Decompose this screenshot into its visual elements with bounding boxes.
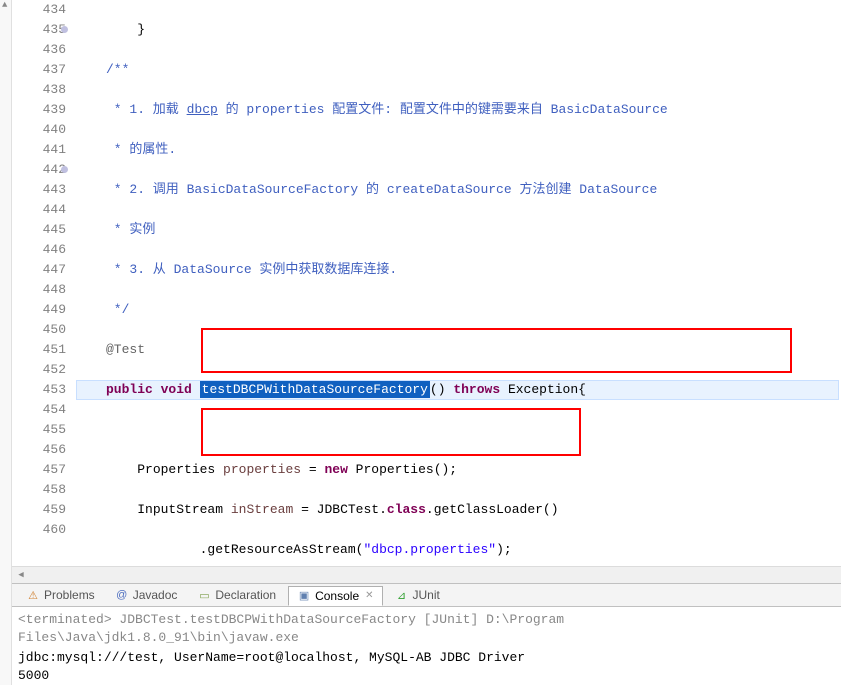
line-number: 443 — [43, 182, 66, 197]
line-number: 447 — [43, 262, 66, 277]
problems-icon: ⚠ — [26, 588, 40, 602]
javadoc-link[interactable]: dbcp — [187, 102, 218, 117]
horizontal-scrollbar[interactable]: ◀ — [12, 566, 841, 583]
javadoc-icon: @ — [115, 588, 129, 602]
line-number: 450 — [43, 322, 66, 337]
line-number: 459 — [43, 502, 66, 517]
keyword: class — [387, 502, 426, 517]
console-process-label: <terminated> JDBCTest.testDBCPWithDataSo… — [18, 611, 835, 647]
line-number: 436 — [43, 42, 66, 57]
comment: * 实例 — [106, 222, 155, 237]
line-number: 457 — [43, 462, 66, 477]
line-number: 460 — [43, 522, 66, 537]
code-token: .getResourceAsStream( — [137, 542, 363, 557]
scroll-left-icon[interactable]: ◀ — [12, 567, 30, 583]
console-output-line: 5000 — [18, 667, 835, 685]
declaration-icon: ▭ — [197, 588, 211, 602]
code-editor[interactable]: 434 435 436 437 438 439 440 441 442 443 … — [12, 0, 841, 566]
console-output-line: jdbc:mysql:///test, UserName=root@localh… — [18, 649, 835, 667]
tab-problems[interactable]: ⚠ Problems — [18, 586, 103, 604]
variable: properties — [223, 462, 301, 477]
comment: * 的属性. — [106, 142, 176, 157]
line-number: 440 — [43, 122, 66, 137]
line-number: 439 — [43, 102, 66, 117]
line-number: 458 — [43, 482, 66, 497]
fold-marker-icon[interactable] — [61, 26, 68, 33]
line-number: 441 — [43, 142, 66, 157]
tab-javadoc[interactable]: @ Javadoc — [107, 586, 186, 604]
line-number: 444 — [43, 202, 66, 217]
code-token: Properties(); — [348, 462, 457, 477]
line-number: 451 — [43, 342, 66, 357]
line-number: 456 — [43, 442, 66, 457]
code-token: ); — [496, 542, 512, 557]
line-number: 438 — [43, 82, 66, 97]
code-token: InputStream — [137, 502, 231, 517]
variable: inStream — [231, 502, 293, 517]
code-token: Properties — [137, 462, 223, 477]
code-token: = JDBCTest. — [293, 502, 387, 517]
comment: * 3. 从 DataSource 实例中获取数据库连接. — [106, 262, 397, 277]
code-token: () — [430, 382, 446, 397]
line-number: 452 — [43, 362, 66, 377]
line-number: 445 — [43, 222, 66, 237]
code-token: } — [137, 22, 145, 37]
main-area: 434 435 436 437 438 439 440 441 442 443 … — [12, 0, 841, 685]
current-line: public void testDBCPWithDataSourceFactor… — [76, 380, 839, 400]
line-number: 449 — [43, 302, 66, 317]
tab-label: Console — [315, 589, 359, 603]
line-number: 453 — [43, 382, 66, 397]
junit-icon: ⊿ — [395, 588, 409, 602]
views-tab-bar: ⚠ Problems @ Javadoc ▭ Declaration ▣ Con… — [12, 583, 841, 607]
line-number: 434 — [43, 2, 66, 17]
keyword: void — [161, 382, 192, 397]
code-text-area[interactable]: } /** * 1. 加载 dbcp 的 properties 配置文件: 配置… — [72, 0, 841, 566]
close-icon[interactable]: ✕ — [365, 590, 373, 601]
line-number: 454 — [43, 402, 66, 417]
annotation: @Test — [106, 342, 145, 357]
tab-label: Declaration — [215, 588, 276, 602]
tab-label: JUnit — [413, 588, 440, 602]
keyword: throws — [453, 382, 500, 397]
line-number: 448 — [43, 282, 66, 297]
tab-junit[interactable]: ⊿ JUnit — [387, 586, 448, 604]
line-number: 446 — [43, 242, 66, 257]
line-number: 455 — [43, 422, 66, 437]
comment: * 1. 加载 dbcp 的 properties 配置文件: 配置文件中的键需… — [106, 102, 668, 117]
line-number: 437 — [43, 62, 66, 77]
vertical-ruler: ▲ — [0, 0, 12, 685]
collapse-arrow-icon[interactable]: ▲ — [2, 0, 7, 10]
code-token: .getClassLoader() — [426, 502, 559, 517]
tab-label: Javadoc — [133, 588, 178, 602]
line-number-gutter: 434 435 436 437 438 439 440 441 442 443 … — [12, 0, 72, 566]
code-token: = — [301, 462, 324, 477]
tab-declaration[interactable]: ▭ Declaration — [189, 586, 284, 604]
console-icon: ▣ — [297, 589, 311, 603]
fold-marker-icon[interactable] — [61, 166, 68, 173]
selected-method-name[interactable]: testDBCPWithDataSourceFactory — [200, 381, 430, 398]
keyword: public — [106, 382, 153, 397]
code-token: Exception{ — [508, 382, 586, 397]
comment: * 2. 调用 BasicDataSourceFactory 的 createD… — [106, 182, 657, 197]
tab-label: Problems — [44, 588, 95, 602]
console-view[interactable]: <terminated> JDBCTest.testDBCPWithDataSo… — [12, 607, 841, 685]
string-literal: "dbcp.properties" — [363, 542, 496, 557]
keyword: new — [324, 462, 347, 477]
comment: /** — [106, 62, 129, 77]
comment: */ — [106, 302, 129, 317]
tab-console[interactable]: ▣ Console ✕ — [288, 586, 382, 606]
